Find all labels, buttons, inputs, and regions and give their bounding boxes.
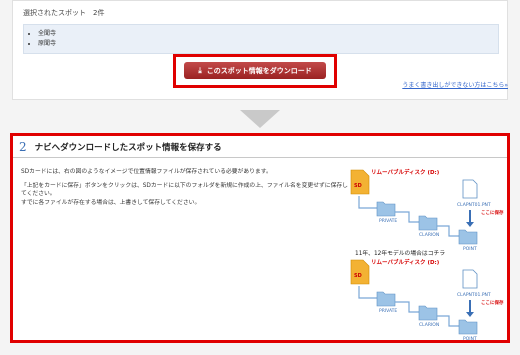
section-title: ナビへダウンロードしたスポット情報を保存する <box>34 142 222 153</box>
section-header: 2 ナビへダウンロードしたスポット情報を保存する <box>13 136 507 158</box>
help-link[interactable]: うまく書き出しができない方はこちら» <box>402 80 508 89</box>
file-icon <box>462 179 478 199</box>
paragraph: すでに各ファイルが存在する場合は、上書きして保存してください。 <box>21 200 201 206</box>
save-instructions-section: 2 ナビへダウンロードしたスポット情報を保存する SDカードには、右の図のような… <box>10 133 510 343</box>
section-text: SDカードには、右の図のようなイメージで位置情報ファイルが保存されている必要があ… <box>21 168 351 213</box>
sd-label: SD <box>354 273 362 279</box>
clarion-label: CLARION <box>419 232 439 238</box>
model-caption: 11年、12年モデルの場合はコチラ <box>355 251 446 257</box>
section-number: 2 <box>19 139 27 154</box>
drive-label: リムーバブルディスク (D:) <box>371 258 440 266</box>
file-label: CLAPNT01.PNT <box>457 292 491 298</box>
folder-icon <box>458 229 478 245</box>
sd-card-icon <box>350 169 370 195</box>
sd-card-icon <box>350 259 370 285</box>
list-item: 全聞寺 <box>38 29 498 39</box>
download-button-label: このスポット情報をダウンロード <box>206 66 312 75</box>
point-label: POINT <box>463 246 477 252</box>
private-label: PRIVATE <box>379 308 397 314</box>
list-item: 原聞寺 <box>38 39 498 49</box>
point-label: POINT <box>463 336 477 342</box>
save-here-label: ここに保存 <box>481 299 504 306</box>
folder-icon <box>376 291 396 307</box>
selected-spots-list: 全聞寺 原聞寺 <box>23 24 499 54</box>
paragraph: 「上記をカードに保存」ボタンをクリックは、SDカードに以下のフォルダを新規に作成… <box>21 183 348 197</box>
down-arrow-icon <box>240 110 280 134</box>
paragraph: SDカードには、右の図のようなイメージで位置情報ファイルが保存されている必要があ… <box>21 169 272 175</box>
file-icon <box>462 269 478 289</box>
private-label: PRIVATE <box>379 218 397 224</box>
folder-icon <box>376 201 396 217</box>
file-label: CLAPNT01.PNT <box>457 202 491 208</box>
folder-icon <box>458 319 478 335</box>
sd-label: SD <box>354 183 362 189</box>
folder-icon <box>418 305 438 321</box>
download-icon: ⤓ <box>198 65 202 75</box>
folder-icon <box>418 215 438 231</box>
drive-label: リムーバブルディスク (D:) <box>371 168 440 176</box>
clarion-label: CLARION <box>419 322 439 328</box>
save-here-label: ここに保存 <box>481 209 504 216</box>
download-button[interactable]: ⤓ このスポット情報をダウンロード <box>184 62 326 79</box>
selected-spots-title: 選択されたスポット 2件 <box>23 9 105 17</box>
